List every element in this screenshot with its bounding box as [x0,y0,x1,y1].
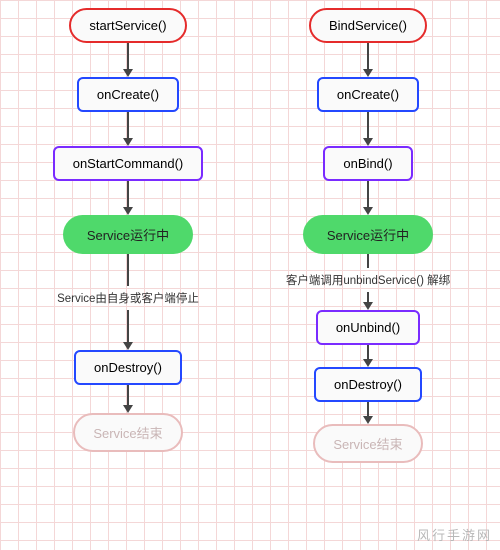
stop-note: Service由自身或客户端停止 [57,286,199,310]
bind-service-flow: BindService() onCreate() onBind() Servic… [248,8,488,463]
connector [363,112,373,146]
start-node: BindService() [309,8,427,43]
connector [123,181,133,215]
connector-labeled: 客户端调用unbindService() 解绑 [286,254,450,310]
end-node: Service结束 [313,424,422,463]
connector [123,112,133,146]
connector [363,402,373,424]
onstartcommand-node: onStartCommand() [53,146,204,181]
connector [363,43,373,77]
onbind-node: onBind() [323,146,412,181]
connector [363,345,373,367]
oncreate-node: onCreate() [317,77,419,112]
ondestroy-node: onDestroy() [74,350,182,385]
oncreate-node: onCreate() [77,77,179,112]
connector [123,43,133,77]
connector [123,385,133,413]
end-node: Service结束 [73,413,182,452]
ondestroy-node: onDestroy() [314,367,422,402]
running-node: Service运行中 [303,215,433,254]
unbind-note: 客户端调用unbindService() 解绑 [286,268,450,292]
running-node: Service运行中 [63,215,193,254]
connector-labeled: Service由自身或客户端停止 [57,254,199,350]
start-service-flow: startService() onCreate() onStartCommand… [8,8,248,452]
connector [363,181,373,215]
start-node: startService() [69,8,186,43]
onunbind-node: onUnbind() [316,310,420,345]
watermark-text: 风行手游网 [417,525,492,544]
